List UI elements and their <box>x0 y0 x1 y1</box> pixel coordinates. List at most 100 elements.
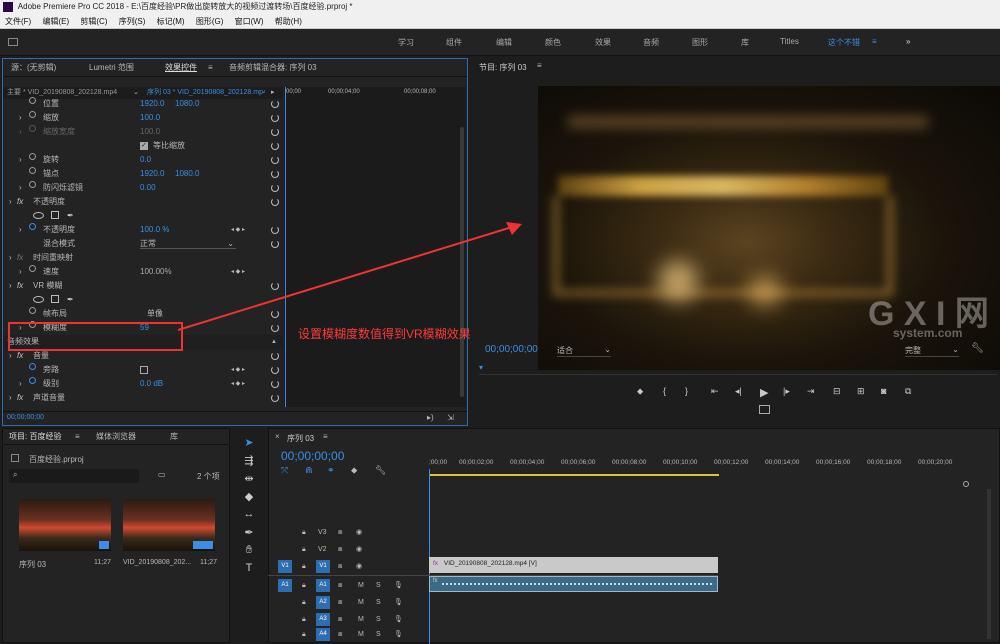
property-value[interactable]: 100.0 <box>140 111 160 125</box>
property-value-2[interactable]: 1080.0 <box>175 97 199 111</box>
property-value[interactable]: 1920.0 <box>140 97 164 111</box>
reset-icon[interactable] <box>271 394 279 402</box>
sync-lock-icon[interactable]: ⧈ <box>338 594 342 611</box>
lock-icon[interactable]: 🔒︎ <box>302 541 306 558</box>
workspace-tab-effects[interactable]: 效果 <box>595 37 611 48</box>
mic-icon[interactable]: 🎙︎ <box>394 626 403 643</box>
sync-lock-icon[interactable]: ⧈ <box>338 558 342 575</box>
step-forward-icon[interactable]: |▸ <box>783 386 790 397</box>
camera-icon[interactable]: ◙ <box>881 386 886 396</box>
mute-button[interactable]: M <box>358 577 364 594</box>
overwrite-icon[interactable]: ⊞ <box>857 386 865 397</box>
rect-mask-icon[interactable] <box>51 211 59 219</box>
lock-icon[interactable]: 🔒︎ <box>302 524 306 541</box>
export-icon[interactable]: ⇲ <box>447 413 454 422</box>
property-value[interactable]: 100.00% <box>140 265 172 279</box>
fx-badge[interactable]: fx <box>17 349 23 363</box>
go-to-in-icon[interactable]: ⇤ <box>711 386 719 397</box>
property-value[interactable]: 0.00 <box>140 181 156 195</box>
lock-icon[interactable]: 🔒︎ <box>302 594 306 611</box>
fit-dropdown[interactable]: 适合 ⌄ <box>557 345 611 357</box>
mark-out-icon[interactable]: } <box>685 386 688 396</box>
tab-source[interactable]: 源：(无剪辑) <box>11 59 56 77</box>
pen-mask-icon[interactable]: ✒ <box>67 293 74 307</box>
fx-badge[interactable]: fx <box>17 195 23 209</box>
type-tool-icon[interactable]: T <box>238 562 260 580</box>
property-value[interactable]: 1920.0 <box>140 167 164 181</box>
nest-toggle-icon[interactable]: ⤧ <box>281 465 288 476</box>
menu-graphics[interactable]: 图形(G) <box>196 17 224 26</box>
wrench-icon[interactable]: 🔧︎ <box>971 343 984 354</box>
workspace-tab-editing[interactable]: 编辑 <box>496 37 512 48</box>
program-menu-icon[interactable]: ≡ <box>537 61 542 70</box>
sync-lock-icon[interactable]: ⧈ <box>338 577 342 594</box>
reset-icon[interactable] <box>271 128 279 136</box>
track-target-a4[interactable]: A4 <box>316 628 330 641</box>
work-area-bar[interactable] <box>429 474 719 476</box>
slip-tool-icon[interactable]: ↔ <box>238 508 260 526</box>
track-label[interactable]: V2 <box>318 541 327 558</box>
workspace-tab-assembly[interactable]: 组件 <box>446 37 462 48</box>
effect-timecode[interactable]: 00;00;00;00 <box>7 414 44 421</box>
property-value-2[interactable]: 1080.0 <box>175 167 199 181</box>
timeline-settings-icon[interactable]: 🔧︎ <box>375 465 386 476</box>
ellipse-mask-icon[interactable] <box>33 296 44 303</box>
reset-icon[interactable] <box>271 366 279 374</box>
fx-badge[interactable]: fx <box>17 279 23 293</box>
reset-icon[interactable] <box>271 352 279 360</box>
sync-lock-icon[interactable]: ⧈ <box>338 524 342 541</box>
reset-icon[interactable] <box>271 198 279 206</box>
linked-selection-icon[interactable]: ⚭ <box>327 465 335 476</box>
menu-marker[interactable]: 标记(M) <box>157 17 185 26</box>
reset-icon[interactable] <box>271 170 279 178</box>
insert-icon[interactable]: ⊟ <box>833 386 841 397</box>
time-ruler[interactable]: ;00;00 00;00;02;00 00;00;04;00 00;00;06;… <box>429 457 974 477</box>
lock-icon[interactable]: 🔒︎ <box>302 626 306 643</box>
workspace-overflow[interactable]: » <box>906 37 910 46</box>
add-marker-icon[interactable]: ⬥ <box>351 465 357 476</box>
timeline-close-icon[interactable]: × <box>275 432 280 441</box>
frame-layout-value[interactable]: 单像 <box>147 307 163 321</box>
project-search[interactable]: ⌕ <box>9 469 139 483</box>
property-value[interactable]: 100.0 % <box>140 223 169 237</box>
comparison-view-icon[interactable] <box>759 405 770 414</box>
tab-libraries[interactable]: 库 <box>170 429 178 445</box>
project-menu-icon[interactable]: ≡ <box>75 429 80 445</box>
play-icon[interactable]: ▶ <box>760 386 768 399</box>
eye-icon[interactable]: ◉ <box>356 558 362 575</box>
menu-sequence[interactable]: 序列(S) <box>119 17 146 26</box>
menu-help[interactable]: 帮助(H) <box>275 17 302 26</box>
add-marker-icon[interactable]: ⬥ <box>637 386 643 397</box>
keyframe-nav[interactable]: ◂ ◆ ▸ <box>231 377 245 391</box>
project-item-sequence[interactable]: 序列 03 11;27 <box>19 499 111 571</box>
tab-lumetri-scopes[interactable]: Lumetri 范围 <box>89 59 134 77</box>
bypass-checkbox[interactable] <box>140 366 148 374</box>
quality-dropdown[interactable]: 完整 ⌄ <box>905 345 959 357</box>
tab-effect-controls[interactable]: 效果控件 <box>165 59 197 77</box>
menu-edit[interactable]: 编辑(E) <box>42 17 69 26</box>
tab-media-browser[interactable]: 媒体浏览器 <box>96 429 136 445</box>
new-bin-icon[interactable]: ▭ <box>158 470 166 479</box>
timeline-timecode[interactable]: 00;00;00;00 <box>281 449 344 463</box>
mute-button[interactable]: M <box>358 594 364 611</box>
program-scrub-bar[interactable]: ▾ <box>479 363 997 375</box>
menu-window[interactable]: 窗口(W) <box>235 17 264 26</box>
reset-icon[interactable] <box>271 142 279 150</box>
step-back-icon[interactable]: ◂| <box>735 386 742 397</box>
rect-mask-icon[interactable] <box>51 295 59 303</box>
home-icon[interactable] <box>8 38 18 46</box>
selection-tool-icon[interactable]: ➤ <box>238 436 260 454</box>
audio-clip[interactable]: fx <box>429 576 718 592</box>
track-target-a2[interactable]: A2 <box>316 596 330 609</box>
solo-button[interactable]: S <box>376 577 381 594</box>
mic-icon[interactable]: 🎙︎ <box>394 577 403 594</box>
go-to-out-icon[interactable]: ⇥ <box>807 386 815 397</box>
lock-icon[interactable]: 🔒︎ <box>302 577 306 594</box>
reset-icon[interactable] <box>271 100 279 108</box>
play-audio-icon[interactable]: ▸) <box>427 413 434 422</box>
track-select-tool-icon[interactable]: ⇶ <box>238 454 260 472</box>
program-timecode[interactable]: 00;00;00;00 <box>485 344 538 355</box>
property-value[interactable]: 0.0 <box>140 153 151 167</box>
workspace-tab-custom[interactable]: 这个不错 <box>828 37 860 48</box>
eye-icon[interactable]: ◉ <box>356 524 362 541</box>
